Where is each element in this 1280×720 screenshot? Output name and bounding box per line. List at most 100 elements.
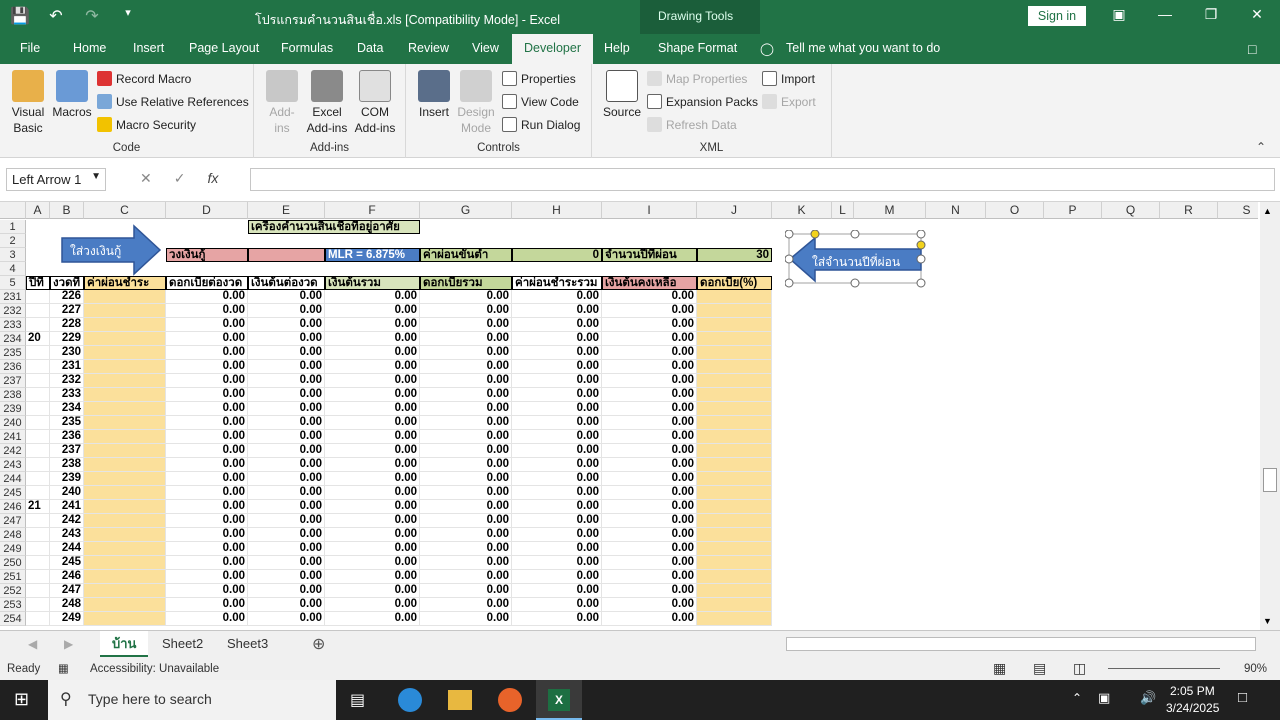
sheet-tab-2[interactable]: Sheet2 xyxy=(150,631,215,657)
macro-security-button[interactable]: Macro Security xyxy=(97,117,196,132)
value-cell[interactable]: 0.00 xyxy=(602,360,697,374)
insert-function-button[interactable]: fx xyxy=(207,170,218,187)
firefox-icon[interactable] xyxy=(498,688,522,712)
scroll-thumb[interactable] xyxy=(1263,468,1277,492)
run-dialog-button[interactable]: Run Dialog xyxy=(502,117,580,132)
row-header[interactable]: 243 xyxy=(0,458,26,472)
period-cell[interactable]: 248 xyxy=(50,598,84,612)
row-header[interactable]: 2 xyxy=(0,234,26,248)
value-cell[interactable]: 0.00 xyxy=(602,528,697,542)
value-cell[interactable]: 0.00 xyxy=(512,528,602,542)
year-cell[interactable] xyxy=(26,444,50,458)
interest-rate-cell[interactable] xyxy=(697,514,772,528)
row-header[interactable]: 236 xyxy=(0,360,26,374)
years-label[interactable]: จำนวนปีที่ผ่อน xyxy=(602,248,697,262)
save-icon[interactable]: 💾 xyxy=(10,6,30,26)
period-cell[interactable]: 245 xyxy=(50,556,84,570)
year-cell[interactable] xyxy=(26,388,50,402)
value-cell[interactable]: 0.00 xyxy=(420,500,512,514)
value-cell[interactable]: 0.00 xyxy=(325,332,420,346)
value-cell[interactable]: 0.00 xyxy=(512,458,602,472)
value-cell[interactable]: 0.00 xyxy=(512,556,602,570)
interest-rate-cell[interactable] xyxy=(697,360,772,374)
relative-references-button[interactable]: Use Relative References xyxy=(97,94,249,109)
value-cell[interactable]: 0.00 xyxy=(420,584,512,598)
value-cell[interactable]: 0.00 xyxy=(248,612,325,626)
column-header[interactable]: R xyxy=(1160,202,1218,219)
row-header[interactable]: 231 xyxy=(0,290,26,304)
enter-icon[interactable]: ✓ xyxy=(174,170,186,187)
value-cell[interactable]: 0.00 xyxy=(512,570,602,584)
addins-button[interactable]: Add-ins xyxy=(264,70,300,136)
value-cell[interactable]: 0.00 xyxy=(512,402,602,416)
value-cell[interactable]: 0.00 xyxy=(512,388,602,402)
sheet-tab-3[interactable]: Sheet3 xyxy=(215,631,280,657)
zoom-level[interactable]: 90% xyxy=(1244,663,1267,675)
value-cell[interactable]: 0.00 xyxy=(166,598,248,612)
year-cell[interactable] xyxy=(26,528,50,542)
column-header[interactable]: S xyxy=(1218,202,1258,219)
vertical-scrollbar[interactable]: ▲ ▼ xyxy=(1260,202,1280,630)
year-cell[interactable] xyxy=(26,430,50,444)
add-sheet-icon[interactable]: ⊕ xyxy=(312,634,325,654)
period-cell[interactable]: 244 xyxy=(50,542,84,556)
payment-cell[interactable] xyxy=(84,402,166,416)
value-cell[interactable]: 0.00 xyxy=(166,332,248,346)
year-cell[interactable] xyxy=(26,304,50,318)
value-cell[interactable]: 0.00 xyxy=(166,584,248,598)
value-cell[interactable]: 0.00 xyxy=(248,388,325,402)
row-header[interactable]: 241 xyxy=(0,430,26,444)
year-cell[interactable] xyxy=(26,514,50,528)
sheet-tab-home[interactable]: บ้าน xyxy=(100,631,149,657)
value-cell[interactable]: 0.00 xyxy=(166,556,248,570)
value-cell[interactable]: 0.00 xyxy=(166,360,248,374)
value-cell[interactable]: 0.00 xyxy=(248,514,325,528)
value-cell[interactable]: 0.00 xyxy=(420,290,512,304)
zoom-slider[interactable] xyxy=(1108,668,1220,669)
interest-rate-cell[interactable] xyxy=(697,486,772,500)
interest-rate-cell[interactable] xyxy=(697,542,772,556)
interest-rate-cell[interactable] xyxy=(697,556,772,570)
column-header[interactable]: O xyxy=(986,202,1044,219)
years-value[interactable]: 30 xyxy=(697,248,772,262)
interest-rate-cell[interactable] xyxy=(697,430,772,444)
value-cell[interactable]: 0.00 xyxy=(325,402,420,416)
column-title[interactable]: เงินต้นรวม xyxy=(325,276,420,290)
column-title[interactable]: งวดที่ xyxy=(50,276,84,290)
value-cell[interactable]: 0.00 xyxy=(602,514,697,528)
value-cell[interactable]: 0.00 xyxy=(166,486,248,500)
insert-control-button[interactable]: Insert xyxy=(416,70,452,120)
value-cell[interactable]: 0.00 xyxy=(166,388,248,402)
value-cell[interactable]: 0.00 xyxy=(512,500,602,514)
year-cell[interactable] xyxy=(26,458,50,472)
network-icon[interactable]: ▣ xyxy=(1098,690,1110,706)
value-cell[interactable]: 0.00 xyxy=(512,472,602,486)
value-cell[interactable]: 0.00 xyxy=(325,360,420,374)
value-cell[interactable]: 0.00 xyxy=(325,556,420,570)
design-mode-button[interactable]: Design Mode xyxy=(456,70,496,136)
edge-icon[interactable] xyxy=(398,688,422,712)
payment-cell[interactable] xyxy=(84,388,166,402)
column-header[interactable]: M xyxy=(854,202,926,219)
value-cell[interactable]: 0.00 xyxy=(248,332,325,346)
value-cell[interactable]: 0.00 xyxy=(420,486,512,500)
value-cell[interactable]: 0.00 xyxy=(248,542,325,556)
payment-cell[interactable] xyxy=(84,416,166,430)
maximize-button[interactable]: ❐ xyxy=(1196,6,1226,23)
period-cell[interactable]: 247 xyxy=(50,584,84,598)
interest-rate-cell[interactable] xyxy=(697,598,772,612)
interest-rate-cell[interactable] xyxy=(697,304,772,318)
minimize-button[interactable]: — xyxy=(1150,6,1180,22)
value-cell[interactable]: 0.00 xyxy=(248,416,325,430)
value-cell[interactable]: 0.00 xyxy=(602,486,697,500)
row-header[interactable]: 240 xyxy=(0,416,26,430)
period-cell[interactable]: 237 xyxy=(50,444,84,458)
undo-icon[interactable]: ↶ xyxy=(46,6,66,26)
payment-cell[interactable] xyxy=(84,374,166,388)
value-cell[interactable]: 0.00 xyxy=(602,500,697,514)
year-cell[interactable] xyxy=(26,290,50,304)
refresh-data-button[interactable]: Refresh Data xyxy=(647,117,737,132)
value-cell[interactable]: 0.00 xyxy=(602,472,697,486)
row-header[interactable]: 3 xyxy=(0,248,26,262)
value-cell[interactable]: 0.00 xyxy=(248,430,325,444)
